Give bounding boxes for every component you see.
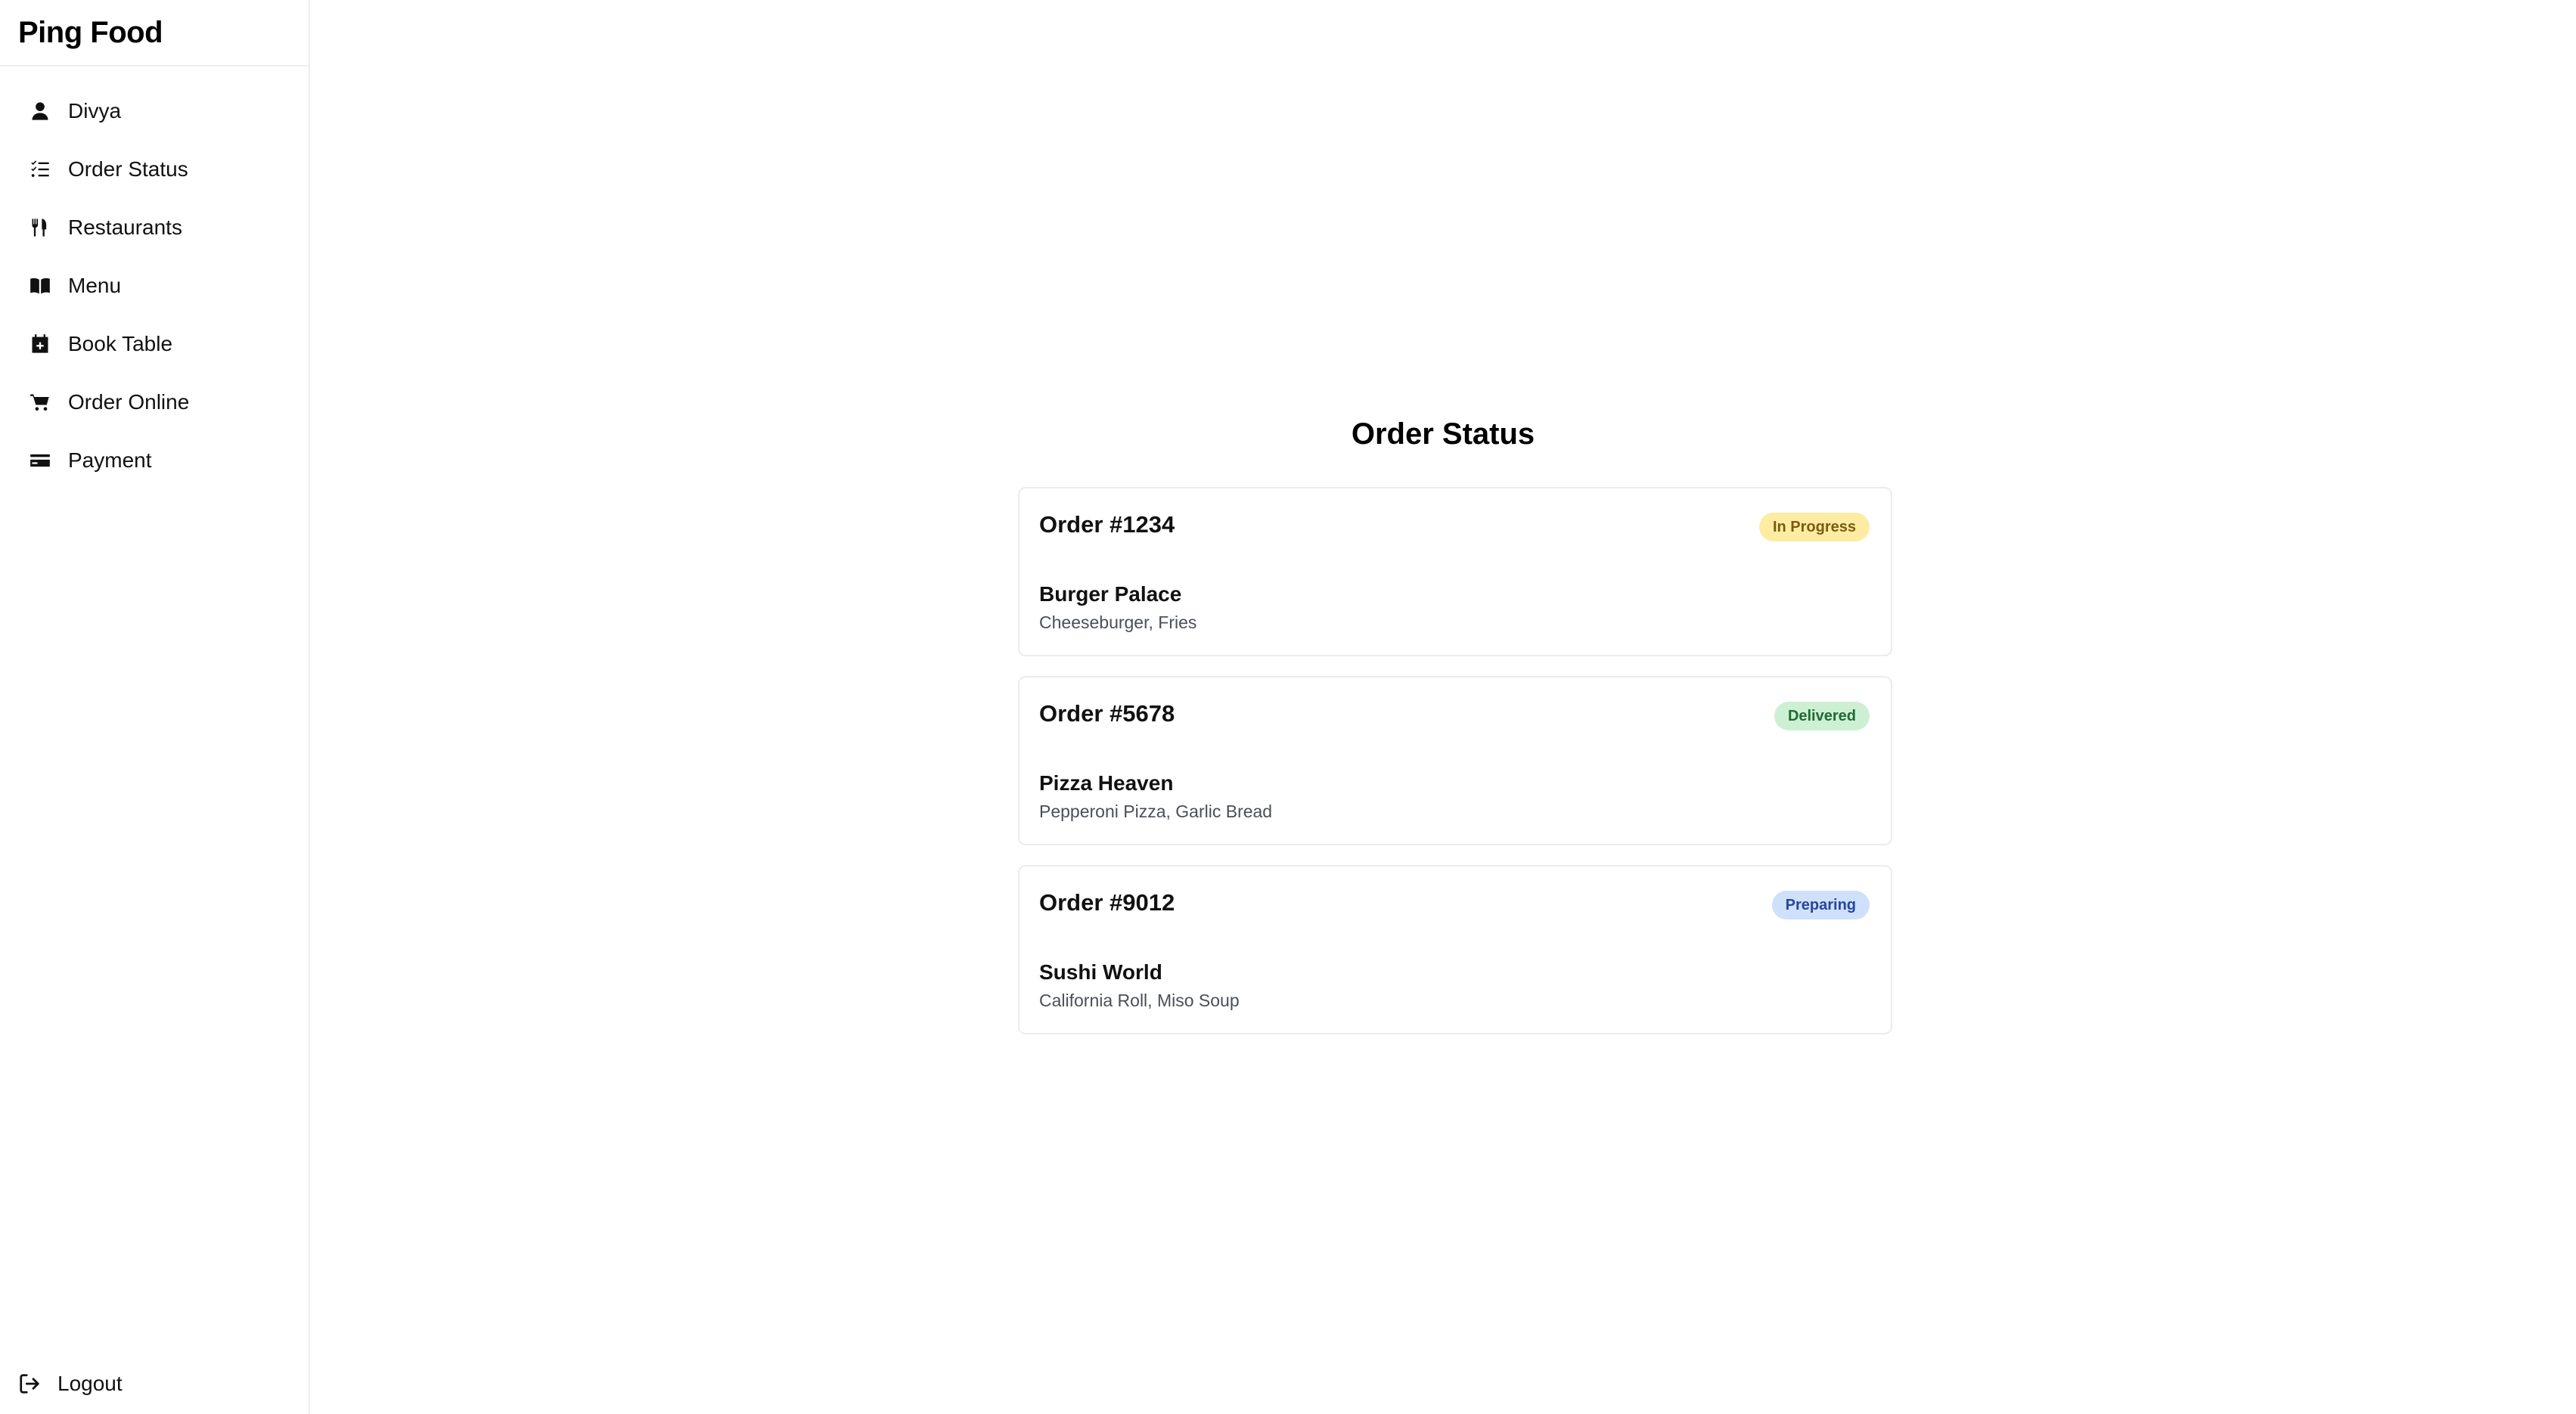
order-id: Order #1234 xyxy=(1039,511,1175,538)
sidebar-item-label: Menu xyxy=(68,273,122,297)
sidebar-item-label: Restaurants xyxy=(68,215,182,239)
brand-title: Ping Food xyxy=(0,0,309,67)
order-id: Order #9012 xyxy=(1039,889,1175,916)
order-card[interactable]: Order #5678 Delivered Pizza Heaven Peppe… xyxy=(1018,676,1892,845)
page-title: Order Status xyxy=(1351,417,1535,451)
logout-icon xyxy=(17,1371,42,1397)
app-root: Ping Food Divya Order Status Restaurants xyxy=(0,0,2576,1414)
credit-card-icon xyxy=(27,448,53,473)
sidebar-item-payment[interactable]: Payment xyxy=(0,431,309,489)
order-id: Order #5678 xyxy=(1039,700,1175,727)
order-items: Cheeseburger, Fries xyxy=(1039,612,1197,632)
main-content: Order Status Order #1234 In Progress Bur… xyxy=(310,0,2576,1414)
utensils-icon xyxy=(27,215,53,240)
sidebar-item-menu[interactable]: Menu xyxy=(0,256,309,315)
order-items: Pepperoni Pizza, Garlic Bread xyxy=(1039,802,1273,821)
status-badge: Delivered xyxy=(1774,702,1870,730)
sidebar: Ping Food Divya Order Status Restaurants xyxy=(0,0,310,1414)
sidebar-nav: Divya Order Status Restaurants Menu Book… xyxy=(0,67,309,489)
sidebar-item-label: Divya xyxy=(68,98,122,122)
list-check-icon xyxy=(27,157,53,182)
calendar-plus-icon xyxy=(27,331,53,357)
sidebar-item-label: Payment xyxy=(68,448,152,472)
sidebar-item-label: Order Online xyxy=(68,389,190,414)
sidebar-item-order-status[interactable]: Order Status xyxy=(0,140,309,198)
sidebar-item-profile[interactable]: Divya xyxy=(0,82,309,140)
status-badge: In Progress xyxy=(1758,513,1870,541)
cart-icon xyxy=(27,389,53,415)
sidebar-item-order-online[interactable]: Order Online xyxy=(0,373,309,431)
order-card[interactable]: Order #1234 In Progress Burger Palace Ch… xyxy=(1018,487,1892,656)
order-items: California Roll, Miso Soup xyxy=(1039,991,1240,1010)
book-open-icon xyxy=(27,273,53,299)
logout-label: Logout xyxy=(57,1372,123,1395)
logout-button[interactable]: Logout xyxy=(17,1367,123,1400)
orders-list: Order #1234 In Progress Burger Palace Ch… xyxy=(1018,487,1892,1054)
restaurant-name: Sushi World xyxy=(1039,960,1162,984)
restaurant-name: Pizza Heaven xyxy=(1039,771,1174,795)
user-icon xyxy=(27,98,53,124)
sidebar-item-restaurants[interactable]: Restaurants xyxy=(0,198,309,256)
order-card[interactable]: Order #9012 Preparing Sushi World Califo… xyxy=(1018,865,1892,1034)
sidebar-item-label: Order Status xyxy=(68,157,188,181)
status-badge: Preparing xyxy=(1771,891,1870,919)
sidebar-item-book-table[interactable]: Book Table xyxy=(0,315,309,373)
sidebar-item-label: Book Table xyxy=(68,331,173,355)
restaurant-name: Burger Palace xyxy=(1039,582,1182,606)
